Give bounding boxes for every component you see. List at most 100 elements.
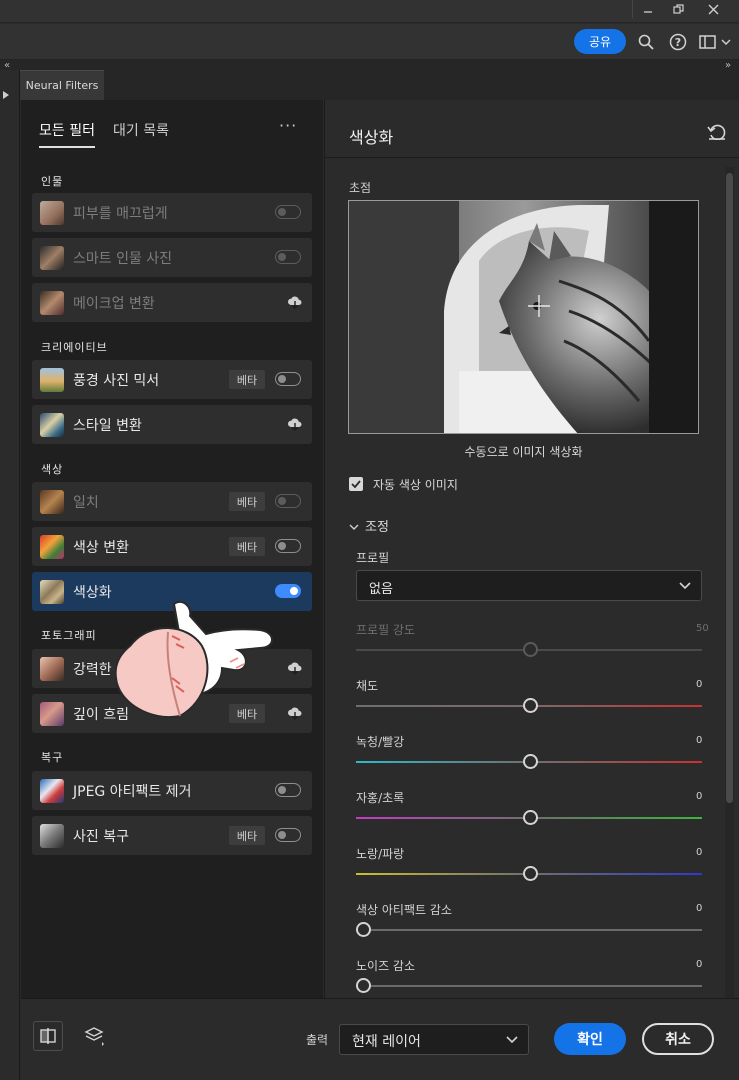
profile-label: 프로필 [356,551,390,565]
filter-name: JPEG 아티팩트 제거 [73,783,192,800]
filter-row-landscape-mixer[interactable]: 풍경 사진 믹서 베타 [32,360,312,399]
close-icon[interactable] [693,0,733,18]
settings-header: 색상화 [325,100,739,158]
cyan-red-value: 0 [696,735,703,746]
saturation-knob[interactable] [523,698,538,713]
filter-toggle[interactable] [275,584,301,598]
filter-thumbnail [40,656,64,681]
output-label: 출력 [306,1033,329,1047]
yellow-blue-value: 0 [696,847,703,858]
minimize-icon[interactable] [633,0,663,18]
category-photography: 포토그래피 [41,629,97,642]
share-button[interactable]: 공유 [574,29,626,54]
filter-toggle[interactable] [275,205,301,219]
noise-reduction-knob[interactable] [356,978,371,993]
chevron-down-icon[interactable] [719,31,733,53]
cancel-button[interactable]: 취소 [642,1023,714,1055]
filter-thumbnail [40,823,64,848]
cloud-download-icon[interactable] [287,416,303,432]
compare-view-icon[interactable] [33,1021,63,1051]
category-creative: 크리에이티브 [41,341,108,354]
svg-text:?: ? [675,36,681,49]
filter-row-style-transfer[interactable]: 스타일 변환 [32,405,312,444]
output-value: 현재 레이어 [352,1034,421,1050]
filter-row-jpeg-artifacts[interactable]: JPEG 아티팩트 제거 [32,771,312,810]
panel-title: 색상화 [349,128,394,147]
expand-arrow-icon[interactable] [2,90,10,100]
yellow-blue-knob[interactable] [523,866,538,881]
cloud-download-icon[interactable] [287,660,303,676]
filter-thumbnail [40,412,64,437]
filter-toggle[interactable] [275,494,301,508]
filter-toggle[interactable] [275,828,301,842]
beta-badge: 베타 [229,370,265,389]
tab-neural-filters[interactable]: Neural Filters [20,70,104,100]
tab-wait-list[interactable]: 대기 목록 [113,120,169,148]
filter-name: 강력한 [73,661,112,678]
adjustments-section-header[interactable]: 조정 [349,516,389,535]
filter-settings-panel: 색상화 초점 수동으로 이미지 색상화 자동 색상 이미지 조정 프로필 없음 … [324,100,739,1000]
filter-thumbnail [40,245,64,270]
restore-icon[interactable] [663,0,693,18]
filter-toggle[interactable] [275,539,301,553]
help-icon[interactable]: ? [667,31,689,53]
window-title-bar [0,0,739,23]
filter-thumbnail [40,778,64,803]
saturation-value: 0 [696,679,703,690]
collapse-right-icon[interactable]: » [725,60,731,71]
cyan-red-knob[interactable] [523,754,538,769]
cyan-red-label: 녹청/빨강 [356,735,405,749]
magenta-green-knob[interactable] [523,810,538,825]
workspace-icon[interactable] [697,31,719,53]
filter-name: 피부를 매끄럽게 [73,205,168,222]
color-artifact-reduction-knob[interactable] [356,922,371,937]
cloud-download-icon[interactable] [287,294,303,310]
filter-thumbnail [40,579,64,604]
noise-reduction-value: 0 [696,959,703,970]
filter-row-skin-smoothing[interactable]: 피부를 매끄럽게 [32,193,312,232]
filter-name: 색상 변환 [73,539,129,556]
profile-strength-label: 프로필 강도 [356,623,416,637]
filter-thumbnail [40,200,64,225]
chevron-down-icon [349,524,359,530]
color-artifact-reduction-track[interactable] [356,929,702,931]
panel-tab-row: « » [0,60,739,100]
filter-row-harmonization[interactable]: 일치 베타 [32,482,312,521]
settings-scroll-thumb[interactable] [726,173,733,803]
tab-all-filters[interactable]: 모든 필터 [39,120,95,148]
filter-tabs: 모든 필터 대기 목록 [39,120,169,148]
beta-badge: 베타 [229,537,265,556]
filter-name: 메이크업 변환 [73,295,155,312]
search-icon[interactable] [635,31,657,53]
cloud-download-icon[interactable] [287,705,303,721]
noise-reduction-track[interactable] [356,985,702,987]
pointing-hand-sticker [114,600,273,719]
chevron-down-icon [679,582,691,590]
reset-icon[interactable] [707,124,727,140]
profile-value: 없음 [369,582,393,597]
filter-toggle[interactable] [275,783,301,797]
more-options-icon[interactable]: ··· [279,116,297,135]
focus-preview-image[interactable] [348,200,699,434]
layers-icon[interactable] [79,1021,109,1051]
filter-thumbnail [40,489,64,514]
focus-label: 초점 [349,181,372,195]
noise-reduction-label: 노이즈 감소 [356,959,416,973]
filter-row-photo-restoration[interactable]: 사진 복구 베타 [32,816,312,855]
profile-strength-knob[interactable] [523,642,538,657]
filter-toggle[interactable] [275,372,301,386]
auto-color-checkbox[interactable] [349,477,363,491]
auto-color-label: 자동 색상 이미지 [373,478,458,492]
profile-dropdown[interactable]: 없음 [356,570,702,601]
filter-row-color-transfer[interactable]: 색상 변환 베타 [32,527,312,566]
filter-name: 사진 복구 [73,828,129,845]
output-dropdown[interactable]: 현재 레이어 [339,1024,529,1055]
filter-row-smart-portrait[interactable]: 스마트 인물 사진 [32,238,312,277]
filter-name: 일치 [73,494,99,511]
beta-badge: 베타 [229,826,265,845]
ok-button[interactable]: 확인 [554,1023,626,1055]
filter-toggle[interactable] [275,250,301,264]
filter-row-makeup-transfer[interactable]: 메이크업 변환 [32,283,312,322]
filter-name: 색상화 [73,584,112,601]
filter-name: 스타일 변환 [73,417,142,434]
